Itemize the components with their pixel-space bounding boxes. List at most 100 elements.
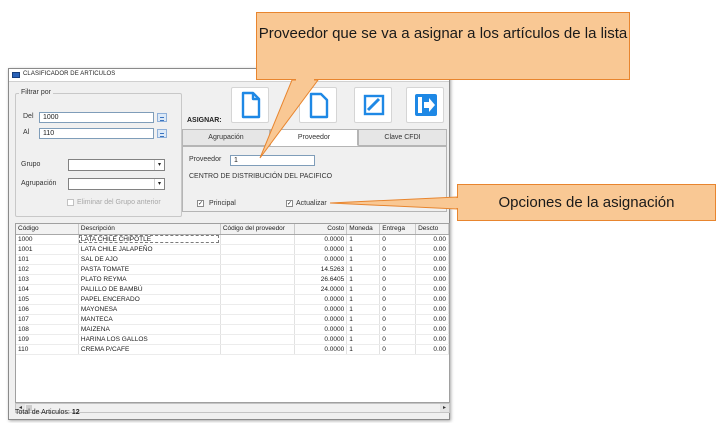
cell-descto[interactable]: 0.00 [415,274,449,285]
cell-descripcion[interactable]: PASTA TOMATE [78,264,221,275]
cell-codigo-proveedor[interactable] [220,254,295,265]
cell-costo[interactable]: 0.0000 [294,244,348,255]
cell-codigo-proveedor[interactable] [220,304,295,315]
eliminar-grupo-checkbox[interactable] [67,199,74,206]
cell-descripcion[interactable]: MANTECA [78,314,221,325]
calculator-icon[interactable] [157,129,167,138]
column-header[interactable]: Moneda [346,224,381,235]
cell-costo[interactable]: 14.5263 [294,264,348,275]
cell-moneda[interactable]: 1 [346,324,381,335]
cell-codigo-proveedor[interactable] [220,244,295,255]
table-row[interactable]: 1001 LATA CHILE JALAPEÑO 0.0000 1 0 0.00 [16,244,449,255]
table-row[interactable]: 1000 LATA CHILE CHIPOTLE 0.0000 1 0 0.00 [16,234,449,245]
cell-entrega[interactable]: 0 [379,274,417,285]
cell-codigo[interactable]: 1001 [16,244,79,255]
cell-descto[interactable]: 0.00 [415,314,449,325]
grupo-select[interactable]: ▾ [68,159,165,171]
cell-descto[interactable]: 0.00 [415,244,449,255]
cell-entrega[interactable]: 0 [379,294,417,305]
edit-button[interactable] [354,87,392,123]
cell-codigo[interactable]: 102 [16,264,79,275]
cell-descripcion[interactable]: PAPEL ENCERADO [78,294,221,305]
calculator-icon[interactable] [157,113,167,122]
cell-moneda[interactable]: 1 [346,274,381,285]
cell-descto[interactable]: 0.00 [415,294,449,305]
cell-entrega[interactable]: 0 [379,254,417,265]
horizontal-scrollbar[interactable]: ◂ ▸ [15,403,450,413]
cell-entrega[interactable]: 0 [379,264,417,275]
table-row[interactable]: 108 MAIZENA 0.0000 1 0 0.00 [16,324,449,335]
cell-codigo-proveedor[interactable] [220,264,295,275]
cell-descto[interactable]: 0.00 [415,334,449,345]
cell-entrega[interactable]: 0 [379,284,417,295]
cell-entrega[interactable]: 0 [379,304,417,315]
cell-moneda[interactable]: 1 [346,304,381,315]
cell-codigo[interactable]: 105 [16,294,79,305]
column-header[interactable]: Costo [294,224,348,235]
cell-codigo-proveedor[interactable] [220,334,295,345]
cell-codigo[interactable]: 1000 [16,234,79,245]
articles-grid[interactable]: Código Descripción Código del proveedor … [15,223,450,403]
cell-descto[interactable]: 0.00 [415,304,449,315]
cell-descripcion[interactable]: LATA CHILE JALAPEÑO [78,244,221,255]
cell-moneda[interactable]: 1 [346,284,381,295]
cell-codigo[interactable]: 103 [16,274,79,285]
chevron-down-icon[interactable]: ▾ [154,179,164,189]
cell-codigo-proveedor[interactable] [220,324,295,335]
cell-costo[interactable]: 24.0000 [294,284,348,295]
cell-entrega[interactable]: 0 [379,244,417,255]
cell-descripcion[interactable]: SAL DE AJO [78,254,221,265]
proveedor-input[interactable]: 1 [230,155,315,166]
cell-moneda[interactable]: 1 [346,334,381,345]
cell-codigo[interactable]: 107 [16,314,79,325]
table-row[interactable]: 101 SAL DE AJO 0.0000 1 0 0.00 [16,254,449,265]
cell-codigo[interactable]: 104 [16,284,79,295]
table-row[interactable]: 104 PALILLO DE BAMBÚ 24.0000 1 0 0.00 [16,284,449,295]
cell-codigo-proveedor[interactable] [220,344,295,355]
cell-costo[interactable]: 0.0000 [294,314,348,325]
cell-entrega[interactable]: 0 [379,334,417,345]
table-row[interactable]: 107 MANTECA 0.0000 1 0 0.00 [16,314,449,325]
column-header[interactable]: Descripción [78,224,221,235]
cell-entrega[interactable]: 0 [379,344,417,355]
new-button[interactable] [231,87,269,123]
principal-checkbox[interactable]: ✓ [197,200,204,207]
cell-moneda[interactable]: 1 [346,314,381,325]
cell-codigo[interactable]: 101 [16,254,79,265]
cell-moneda[interactable]: 1 [346,264,381,275]
column-header[interactable]: Código del proveedor [220,224,295,235]
table-row[interactable]: 110 CREMA P/CAFE 0.0000 1 0 0.00 [16,344,449,355]
cell-moneda[interactable]: 1 [346,244,381,255]
cell-moneda[interactable]: 1 [346,294,381,305]
cell-descto[interactable]: 0.00 [415,254,449,265]
tab-agrupacion[interactable]: Agrupación [182,129,270,146]
cell-moneda[interactable]: 1 [346,234,381,245]
cell-costo[interactable]: 0.0000 [294,334,348,345]
actualizar-checkbox[interactable]: ✓ [286,200,293,207]
cell-descripcion[interactable]: LATA CHILE CHIPOTLE [78,234,221,245]
cell-costo[interactable]: 26.6405 [294,274,348,285]
table-row[interactable]: 109 HARINA LOS GALLOS 0.0000 1 0 0.00 [16,334,449,345]
al-input[interactable]: 110 [39,128,154,139]
cell-codigo-proveedor[interactable] [220,294,295,305]
cell-moneda[interactable]: 1 [346,344,381,355]
column-header[interactable]: Código [16,224,79,235]
cell-costo[interactable]: 0.0000 [294,294,348,305]
cell-descto[interactable]: 0.00 [415,264,449,275]
cell-descripcion[interactable]: CREMA P/CAFE [78,344,221,355]
tab-proveedor[interactable]: Proveedor [270,129,358,146]
cell-costo[interactable]: 0.0000 [294,254,348,265]
table-row[interactable]: 106 MAYONESA 0.0000 1 0 0.00 [16,304,449,315]
cell-costo[interactable]: 0.0000 [294,234,348,245]
cell-descripcion[interactable]: PALILLO DE BAMBÚ [78,284,221,295]
exit-button[interactable] [406,87,444,123]
cell-costo[interactable]: 0.0000 [294,344,348,355]
cell-codigo[interactable]: 109 [16,334,79,345]
cell-descto[interactable]: 0.00 [415,234,449,245]
chevron-down-icon[interactable]: ▾ [154,160,164,170]
table-row[interactable]: 103 PLATO REYMA 26.6405 1 0 0.00 [16,274,449,285]
cell-codigo-proveedor[interactable] [220,284,295,295]
cell-descripcion[interactable]: PLATO REYMA [78,274,221,285]
cell-descto[interactable]: 0.00 [415,324,449,335]
cell-codigo[interactable]: 106 [16,304,79,315]
